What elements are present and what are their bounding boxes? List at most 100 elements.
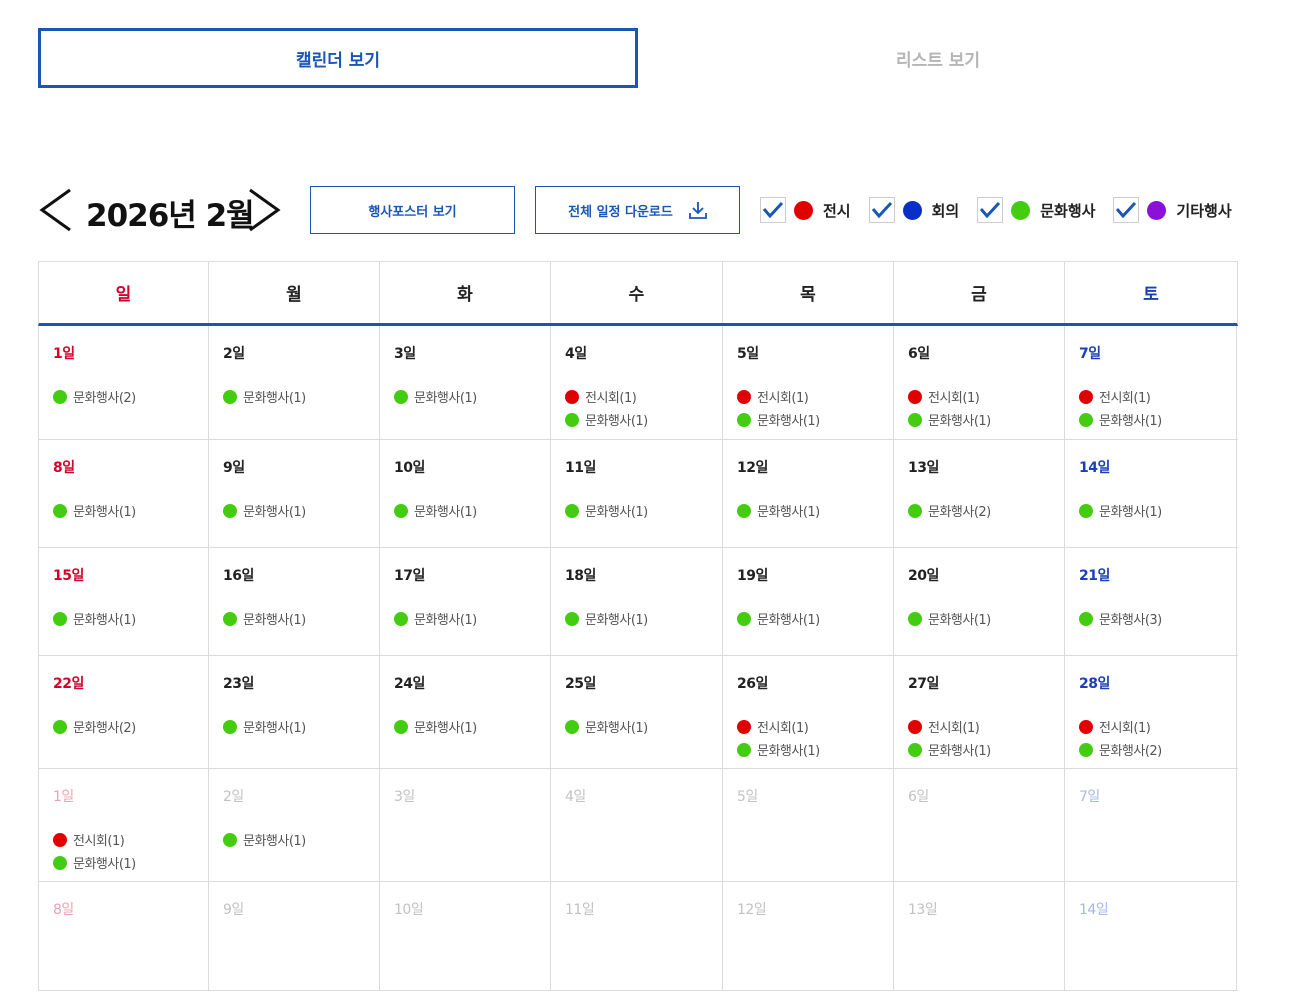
event-item-exhibition[interactable]: 전시회(1) (565, 385, 722, 408)
filter-checkbox[interactable] (977, 197, 1004, 223)
calendar-day-cell[interactable]: 20일 문화행사(1) (894, 548, 1065, 655)
event-count-label: 문화행사(2) (1099, 744, 1162, 759)
event-item-culture[interactable]: 문화행사(1) (565, 408, 722, 431)
event-item-culture[interactable]: 문화행사(1) (1079, 499, 1236, 522)
event-item-culture[interactable]: 문화행사(1) (1079, 408, 1236, 431)
event-item-culture[interactable]: 문화행사(1) (908, 738, 1064, 761)
calendar-day-cell[interactable]: 10일 (380, 882, 551, 990)
filter-meeting[interactable]: 회의 (868, 197, 959, 223)
calendar-day-cell[interactable]: 3일 문화행사(1) (380, 326, 551, 439)
event-item-culture[interactable]: 문화행사(3) (1079, 607, 1236, 630)
event-item-exhibition[interactable]: 전시회(1) (1079, 385, 1236, 408)
next-month-button[interactable] (246, 187, 282, 233)
calendar-day-cell[interactable]: 19일 문화행사(1) (723, 548, 894, 655)
event-item-culture[interactable]: 문화행사(1) (53, 851, 208, 874)
calendar-day-cell[interactable]: 28일 전시회(1) 문화행사(2) (1065, 656, 1237, 768)
event-item-culture[interactable]: 문화행사(1) (394, 607, 550, 630)
calendar-day-cell[interactable]: 12일 문화행사(1) (723, 440, 894, 547)
event-item-culture[interactable]: 문화행사(1) (394, 715, 550, 738)
event-item-exhibition[interactable]: 전시회(1) (737, 715, 893, 738)
event-item-exhibition[interactable]: 전시회(1) (908, 385, 1064, 408)
event-item-culture[interactable]: 문화행사(1) (737, 499, 893, 522)
filter-culture[interactable]: 문화행사 (977, 197, 1095, 223)
filter-label: 기타행사 (1176, 201, 1232, 220)
calendar-day-cell[interactable]: 10일 문화행사(1) (380, 440, 551, 547)
event-item-culture[interactable]: 문화행사(2) (53, 715, 208, 738)
filter-other[interactable]: 기타행사 (1113, 197, 1232, 223)
calendar-day-cell[interactable]: 15일 문화행사(1) (39, 548, 209, 655)
calendar-day-cell[interactable]: 4일 (551, 769, 723, 881)
event-item-culture[interactable]: 문화행사(1) (737, 738, 893, 761)
event-item-culture[interactable]: 문화행사(1) (53, 607, 208, 630)
calendar-day-cell[interactable]: 13일 문화행사(2) (894, 440, 1065, 547)
calendar-day-cell[interactable]: 17일 문화행사(1) (380, 548, 551, 655)
event-item-culture[interactable]: 문화행사(1) (908, 408, 1064, 431)
calendar-day-cell[interactable]: 9일 (209, 882, 380, 990)
calendar-day-cell[interactable]: 2일 문화행사(1) (209, 326, 380, 439)
download-schedule-button[interactable]: 전체 일정 다운로드 (535, 186, 740, 234)
calendar-day-cell[interactable]: 22일 문화행사(2) (39, 656, 209, 768)
calendar-day-cell[interactable]: 21일 문화행사(3) (1065, 548, 1237, 655)
prev-month-button[interactable] (38, 187, 74, 233)
event-item-culture[interactable]: 문화행사(1) (737, 408, 893, 431)
calendar-day-cell[interactable]: 24일 문화행사(1) (380, 656, 551, 768)
event-item-culture[interactable]: 문화행사(1) (223, 607, 379, 630)
calendar-day-cell[interactable]: 5일 (723, 769, 894, 881)
calendar-day-cell[interactable]: 7일 (1065, 769, 1237, 881)
calendar-day-cell[interactable]: 26일 전시회(1) 문화행사(1) (723, 656, 894, 768)
tab-calendar-view[interactable]: 캘린더 보기 (38, 28, 638, 88)
calendar-day-cell[interactable]: 7일 전시회(1) 문화행사(1) (1065, 326, 1237, 439)
event-item-culture[interactable]: 문화행사(2) (53, 385, 208, 408)
calendar-day-cell[interactable]: 5일 전시회(1) 문화행사(1) (723, 326, 894, 439)
calendar-day-cell[interactable]: 25일 문화행사(1) (551, 656, 723, 768)
calendar-day-cell[interactable]: 14일 문화행사(1) (1065, 440, 1237, 547)
calendar-day-cell[interactable]: 18일 문화행사(1) (551, 548, 723, 655)
filter-checkbox[interactable] (760, 197, 786, 223)
calendar-day-cell[interactable]: 9일 문화행사(1) (209, 440, 380, 547)
event-item-culture[interactable]: 문화행사(1) (565, 715, 722, 738)
event-item-culture[interactable]: 문화행사(1) (223, 499, 379, 522)
event-item-culture[interactable]: 문화행사(1) (565, 499, 722, 522)
event-item-culture[interactable]: 문화행사(1) (394, 385, 550, 408)
event-type-filters: 전시 회의 문화행사 기타행사 (760, 194, 1250, 226)
calendar-day-cell[interactable]: 13일 (894, 882, 1065, 990)
day-events: 문화행사(1) (565, 715, 722, 738)
event-item-exhibition[interactable]: 전시회(1) (908, 715, 1064, 738)
event-item-culture[interactable]: 문화행사(1) (565, 607, 722, 630)
event-item-culture[interactable]: 문화행사(1) (223, 715, 379, 738)
calendar-day-cell[interactable]: 11일 (551, 882, 723, 990)
filter-checkbox[interactable] (868, 197, 895, 223)
calendar-day-cell[interactable]: 6일 전시회(1) 문화행사(1) (894, 326, 1065, 439)
calendar-day-cell[interactable]: 4일 전시회(1) 문화행사(1) (551, 326, 723, 439)
filter-exhibition[interactable]: 전시 (760, 197, 851, 223)
calendar-day-cell[interactable]: 14일 (1065, 882, 1237, 990)
event-item-culture[interactable]: 문화행사(2) (1079, 738, 1236, 761)
calendar-day-cell[interactable]: 8일 문화행사(1) (39, 440, 209, 547)
calendar-day-cell[interactable]: 1일 문화행사(2) (39, 326, 209, 439)
tab-list-view[interactable]: 리스트 보기 (638, 28, 1238, 88)
event-item-exhibition[interactable]: 전시회(1) (737, 385, 893, 408)
event-item-exhibition[interactable]: 전시회(1) (53, 828, 208, 851)
event-type-dot (737, 503, 751, 518)
calendar-day-cell[interactable]: 23일 문화행사(1) (209, 656, 380, 768)
event-item-culture[interactable]: 문화행사(1) (737, 607, 893, 630)
calendar-day-cell[interactable]: 11일 문화행사(1) (551, 440, 723, 547)
calendar-day-cell[interactable]: 1일 전시회(1) 문화행사(1) (39, 769, 209, 881)
calendar-day-cell[interactable]: 8일 (39, 882, 209, 990)
event-item-culture[interactable]: 문화행사(1) (908, 607, 1064, 630)
calendar-day-cell[interactable]: 2일 문화행사(1) (209, 769, 380, 881)
event-item-culture[interactable]: 문화행사(2) (908, 499, 1064, 522)
event-type-dot (1079, 503, 1093, 518)
calendar-day-cell[interactable]: 12일 (723, 882, 894, 990)
calendar-day-cell[interactable]: 6일 (894, 769, 1065, 881)
calendar-day-cell[interactable]: 3일 (380, 769, 551, 881)
event-item-culture[interactable]: 문화행사(1) (223, 385, 379, 408)
calendar-day-cell[interactable]: 27일 전시회(1) 문화행사(1) (894, 656, 1065, 768)
event-poster-button[interactable]: 행사포스터 보기 (310, 186, 515, 234)
event-item-culture[interactable]: 문화행사(1) (53, 499, 208, 522)
event-item-culture[interactable]: 문화행사(1) (394, 499, 550, 522)
event-item-exhibition[interactable]: 전시회(1) (1079, 715, 1236, 738)
calendar-day-cell[interactable]: 16일 문화행사(1) (209, 548, 380, 655)
event-item-culture[interactable]: 문화행사(1) (223, 828, 379, 851)
filter-checkbox[interactable] (1113, 197, 1140, 223)
